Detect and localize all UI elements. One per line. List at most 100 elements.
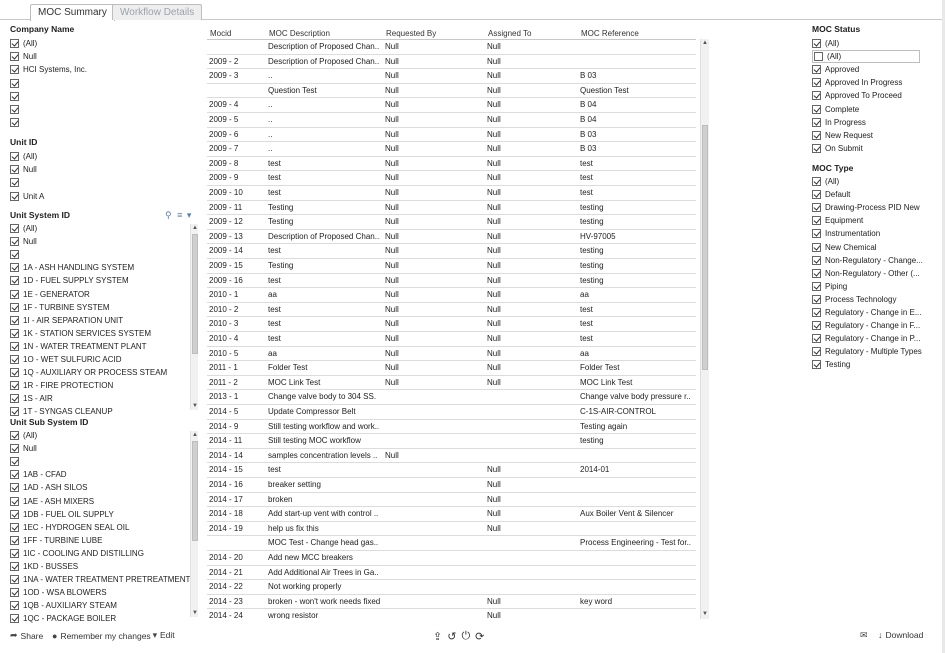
table-row[interactable]: 2009 - 6.. Null Null B 03	[207, 128, 696, 143]
checkbox[interactable]	[10, 91, 19, 101]
table-row[interactable]: 2014 - 9 Still testing workflow and work.…	[207, 420, 696, 435]
share-button[interactable]: ➦ Share	[10, 630, 43, 641]
checkbox[interactable]	[812, 268, 821, 278]
scroll-up-icon[interactable]: ▲	[702, 40, 708, 46]
checkbox[interactable]	[10, 509, 19, 519]
column-header-moc-reference[interactable]: MOC Reference	[581, 29, 639, 38]
filter-option[interactable]: 1OD - WSA BLOWERS	[10, 586, 107, 599]
filter-option[interactable]: 1FF - TURBINE LUBE	[10, 534, 102, 547]
unit-sub-system-scrollbar[interactable]: ▲ ▼	[190, 431, 198, 617]
table-row[interactable]: 2011 - 2 MOC Link Test Null Null MOC Link Te…	[207, 376, 696, 391]
checkbox[interactable]	[812, 216, 821, 226]
filter-option[interactable]: (All)	[812, 37, 839, 50]
filter-option[interactable]: HCI Systems, Inc.	[10, 63, 87, 76]
checkbox[interactable]	[10, 575, 19, 585]
checkbox[interactable]	[10, 105, 19, 114]
table-row[interactable]: 2014 - 17 broken Null	[207, 493, 696, 508]
column-header-moc-description[interactable]: MOC Description	[269, 29, 330, 38]
filter-option[interactable]: (All)	[10, 222, 37, 235]
column-header-requested-by[interactable]: Requested By	[386, 29, 436, 38]
table-row[interactable]: 2010 - 4 test Null Null test	[207, 332, 696, 347]
table-scrollbar[interactable]: ▲ ▼	[700, 39, 709, 619]
filter-option[interactable]: 1O - WET SULFURIC ACID	[10, 353, 122, 366]
tab-moc-summary[interactable]: MOC Summary	[30, 4, 115, 21]
table-row[interactable]: 2009 - 4.. Null Null B 04	[207, 98, 696, 113]
checkbox[interactable]	[814, 52, 823, 62]
checkbox[interactable]	[10, 368, 19, 378]
filter-option[interactable]: Testing	[812, 358, 850, 371]
table-row[interactable]: 2010 - 2 test Null Null test	[207, 303, 696, 318]
checkbox[interactable]	[812, 65, 821, 75]
checkbox[interactable]	[812, 104, 821, 114]
column-header-mocid[interactable]: Mocid	[210, 29, 231, 38]
table-row[interactable]: 2009 - 2 Description of Proposed Chan.. Nu…	[207, 55, 696, 70]
scroll-thumb[interactable]	[702, 125, 708, 370]
filter-option[interactable]: 1Q - AUXILIARY OR PROCESS STEAM	[10, 366, 167, 379]
download-button[interactable]: ↓ Download	[878, 630, 923, 640]
table-row[interactable]: 2014 - 23 broken - won't work needs fixed…	[207, 595, 696, 610]
checkbox[interactable]	[10, 289, 19, 299]
filter-option[interactable]: 1A - ASH HANDLING SYSTEM	[10, 261, 134, 274]
table-row[interactable]: 2009 - 3.. Null Null B 03	[207, 69, 696, 84]
filter-option[interactable]: Regulatory - Change in E...	[812, 306, 922, 319]
filter-option[interactable]: 1R - FIRE PROTECTION	[10, 379, 113, 392]
table-row[interactable]: 2009 - 8 test Null Null test	[207, 157, 696, 172]
scroll-up-icon[interactable]: ▲	[191, 431, 199, 439]
table-row[interactable]: 2009 - 15 Testing Null Null testing	[207, 259, 696, 274]
filter-option[interactable]: (All)	[812, 175, 839, 188]
unit-system-scrollbar[interactable]: ▲ ▼	[190, 224, 198, 410]
filter-option[interactable]: 1QC - PACKAGE BOILER	[10, 612, 116, 625]
refresh-icon[interactable]: ⟳	[475, 630, 484, 643]
checkbox[interactable]	[10, 118, 19, 128]
filter-option[interactable]: (All)	[812, 50, 920, 64]
filter-option[interactable]: (All)	[10, 429, 37, 442]
checkbox[interactable]	[10, 588, 19, 598]
checkbox[interactable]	[10, 431, 19, 440]
filter-option[interactable]: Null	[10, 442, 37, 455]
filter-option[interactable]: 1KD - BUSSES	[10, 560, 78, 573]
filter-option[interactable]: 1D - FUEL SUPPLY SYSTEM	[10, 274, 129, 287]
filter-option[interactable]: Approved To Proceed	[812, 89, 902, 102]
checkbox[interactable]	[10, 394, 19, 404]
checkbox[interactable]	[10, 341, 19, 351]
filter-option[interactable]	[10, 176, 23, 189]
filter-option[interactable]	[10, 248, 23, 261]
checkbox[interactable]	[10, 535, 19, 545]
checkbox[interactable]	[10, 165, 19, 175]
remember-changes-button[interactable]: ● Remember my changes ▾	[52, 630, 160, 641]
table-row[interactable]: 2014 - 24 wrong resistor Null	[207, 609, 696, 619]
filter-option[interactable]: 1E - GENERATOR	[10, 288, 90, 301]
filter-option[interactable]: New Request	[812, 129, 873, 142]
checkbox[interactable]	[10, 224, 19, 233]
checkbox[interactable]	[10, 191, 19, 201]
tab-workflow-details[interactable]: Workflow Details	[112, 4, 203, 20]
checkbox[interactable]	[10, 407, 19, 417]
checkbox[interactable]	[10, 562, 19, 571]
checkbox[interactable]	[812, 347, 821, 357]
filter-option[interactable]: Unit A	[10, 190, 44, 203]
checkbox[interactable]	[812, 177, 821, 186]
filter-option[interactable]: 1AD - ASH SILOS	[10, 481, 87, 494]
scroll-thumb[interactable]	[192, 234, 198, 354]
table-row[interactable]: 2014 - 19 help us fix this Null	[207, 522, 696, 537]
filter-option[interactable]: Complete	[812, 103, 859, 116]
filter-option[interactable]: 1IC - COOLING AND DISTILLING	[10, 547, 144, 560]
table-row[interactable]: Question Test Null Null Question Test	[207, 84, 696, 99]
checkbox[interactable]	[812, 117, 821, 127]
checkbox[interactable]	[10, 65, 19, 75]
table-row[interactable]: 2014 - 21 Add Additional Air Trees in Ga.…	[207, 566, 696, 581]
filter-option[interactable]: 1DB - FUEL OIL SUPPLY	[10, 508, 114, 521]
checkbox[interactable]	[10, 52, 19, 62]
table-row[interactable]: 2014 - 22 Not working properly	[207, 580, 696, 595]
power-icon[interactable]: ⏻	[461, 630, 470, 643]
table-row[interactable]: 2013 - 1 Change valve body to 304 SS. Chan…	[207, 390, 696, 405]
checkbox[interactable]	[10, 302, 19, 312]
checkbox[interactable]	[10, 78, 19, 88]
filter-option[interactable]	[10, 455, 23, 468]
checkbox[interactable]	[812, 143, 821, 153]
checkbox[interactable]	[812, 334, 821, 344]
filter-option[interactable]: 1AB - CFAD	[10, 468, 67, 481]
checkbox[interactable]	[812, 91, 821, 101]
filter-option[interactable]: Process Technology	[812, 293, 896, 306]
checkbox[interactable]	[10, 328, 19, 338]
